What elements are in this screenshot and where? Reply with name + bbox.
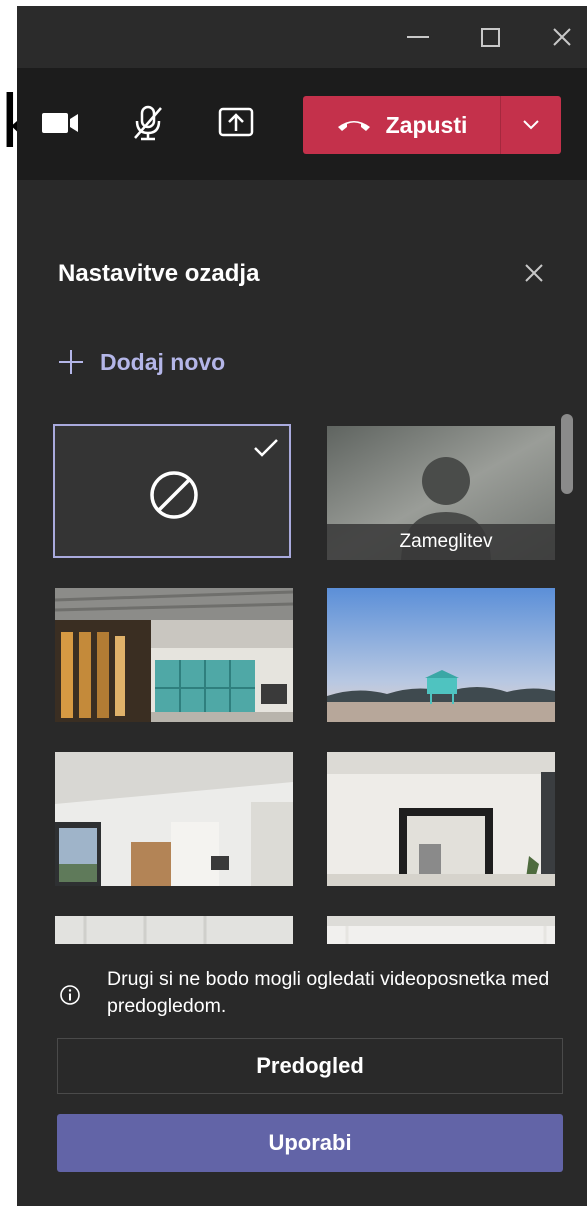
add-new-label: Dodaj novo (100, 348, 226, 375)
hangup-options-button[interactable] (501, 96, 561, 154)
preview-button[interactable]: Predogled (57, 1038, 563, 1094)
minimize-icon (407, 36, 429, 38)
maximize-button[interactable] (473, 20, 507, 54)
background-settings-panel: Nastavitve ozadja Dodaj novo Zameglitev … (17, 180, 587, 1206)
background-option-white-interior-2[interactable] (327, 916, 555, 944)
beach-thumbnail (327, 588, 555, 722)
close-window-button[interactable] (545, 20, 579, 54)
microphone-muted-icon (134, 105, 162, 141)
close-panel-button[interactable] (521, 260, 547, 286)
blur-caption: Zameglitev (327, 524, 555, 560)
hangup-label: Zapusti (385, 111, 468, 138)
share-screen-button[interactable] (213, 100, 259, 146)
share-screen-icon (218, 107, 254, 137)
background-option-office[interactable] (55, 588, 293, 722)
close-icon (553, 28, 571, 46)
preview-info-text: Drugi si ne bodo mogli ogledati videopos… (107, 968, 550, 1017)
background-gallery: Zameglitev (53, 420, 555, 944)
info-icon (60, 985, 80, 1005)
gallery-scrollbar[interactable] (561, 414, 573, 494)
background-option-beach[interactable] (327, 588, 555, 722)
background-option-blur[interactable]: Zameglitev (327, 426, 555, 560)
maximize-icon (480, 27, 500, 47)
microphone-toggle-button[interactable] (125, 100, 171, 146)
chevron-down-icon (523, 120, 539, 130)
background-option-room-with-mirror[interactable] (327, 752, 555, 886)
background-option-none[interactable] (53, 424, 291, 558)
background-option-white-interior[interactable] (55, 916, 293, 944)
close-icon (525, 264, 543, 282)
mirror-room-thumbnail (327, 752, 555, 886)
meeting-toolbar: Zapusti (17, 68, 587, 180)
background-option-white-room[interactable] (55, 752, 293, 886)
apply-button[interactable]: Uporabi (57, 1114, 563, 1172)
phone-hangup-icon (337, 121, 370, 131)
minimize-button[interactable] (401, 20, 435, 54)
teams-meeting-window: Zapusti Nastavitve ozadja Dodaj novo Zam… (17, 6, 587, 1206)
no-background-icon (150, 471, 198, 519)
white-room-thumbnail (55, 752, 293, 886)
white-interior-2-thumbnail (327, 916, 555, 944)
panel-title: Nastavitve ozadja (58, 260, 260, 287)
camera-toggle-button[interactable] (37, 100, 83, 146)
title-bar (17, 6, 587, 68)
checkmark-icon (254, 439, 278, 457)
white-interior-thumbnail (55, 916, 293, 944)
hangup-button-group: Zapusti (303, 96, 561, 154)
add-new-background-button[interactable]: Dodaj novo (58, 344, 225, 380)
plus-icon (59, 350, 83, 374)
video-camera-icon (42, 113, 78, 133)
hangup-button[interactable]: Zapusti (303, 96, 500, 154)
office-thumbnail (55, 588, 293, 722)
